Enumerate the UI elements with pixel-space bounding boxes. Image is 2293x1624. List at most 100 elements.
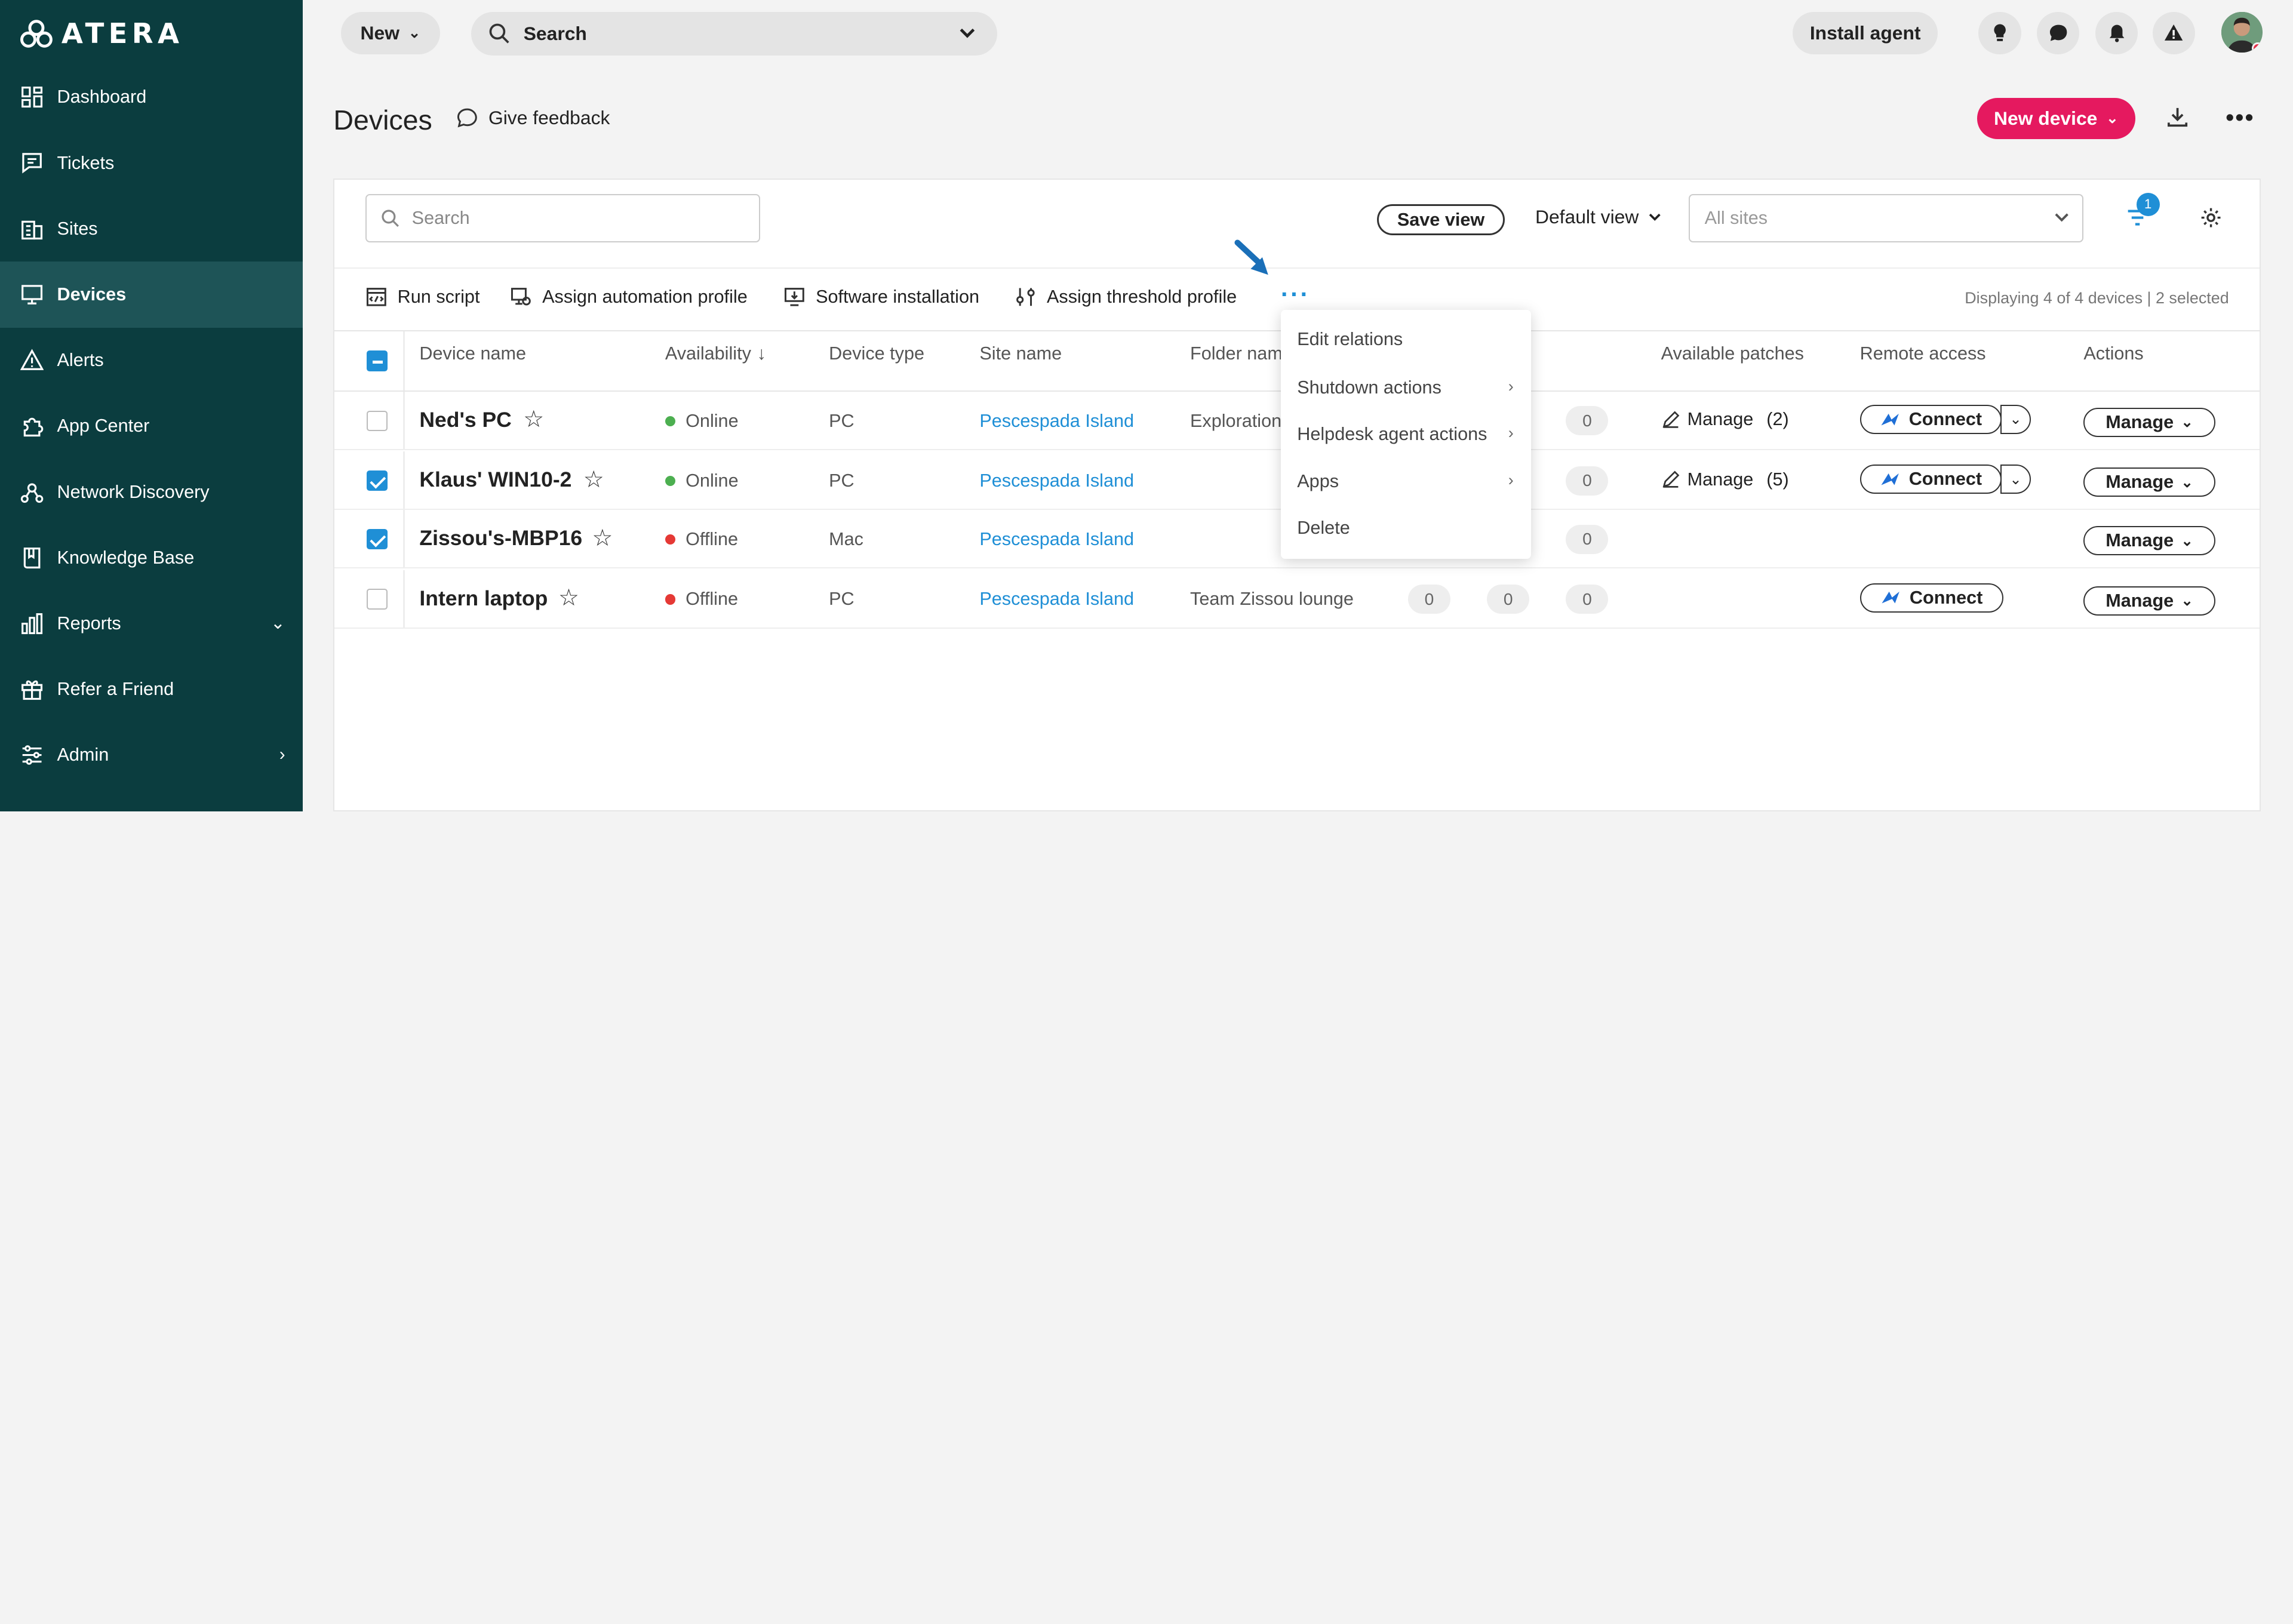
row-checkbox[interactable] — [367, 589, 388, 610]
manage-button[interactable]: Manage ⌄ — [2083, 467, 2215, 497]
download-icon[interactable] — [2166, 105, 2189, 128]
sidebar-item-alerts[interactable]: Alerts — [0, 328, 303, 393]
patch-count: (5) — [1766, 469, 1789, 490]
sidebar-item-refer-a-friend[interactable]: Refer a Friend — [0, 657, 303, 722]
all-sites-select[interactable]: All sites — [1689, 194, 2084, 243]
sidebar-item-label: Dashboard — [57, 87, 147, 107]
admin-icon — [20, 743, 44, 767]
gift-icon — [20, 678, 44, 701]
sidebar-item-admin[interactable]: Admin › — [0, 722, 303, 788]
lightbulb-button[interactable] — [1978, 11, 2021, 54]
give-feedback-link[interactable]: Give feedback — [456, 107, 610, 129]
site-link[interactable]: Pescespada Island — [979, 470, 1134, 491]
install-icon — [785, 288, 804, 306]
run-script-action[interactable]: Run script — [365, 286, 480, 308]
sidebar-item-dashboard[interactable]: Dashboard — [0, 64, 303, 130]
availability-status: Offline — [665, 529, 738, 550]
column-header-available-patches[interactable]: Available patches — [1661, 343, 1804, 364]
atera-logo[interactable]: ATERA — [20, 17, 183, 50]
patch-manage-label: Manage — [1687, 409, 1754, 430]
manage-label: Manage — [2105, 472, 2174, 493]
default-view-dropdown[interactable]: Default view — [1535, 206, 1662, 228]
new-button[interactable]: New ⌄ — [340, 11, 441, 54]
install-agent-button[interactable]: Install agent — [1793, 11, 1938, 54]
user-avatar[interactable] — [2221, 11, 2263, 53]
new-device-button[interactable]: New device ⌄ — [1977, 98, 2135, 139]
column-header-actions[interactable]: Actions — [2083, 343, 2143, 364]
column-header-remote-access[interactable]: Remote access — [1860, 343, 1986, 364]
app-center-icon — [20, 414, 44, 438]
availability-status: Offline — [665, 589, 738, 610]
column-header-availability[interactable]: Availability ↓ — [665, 343, 766, 364]
site-link[interactable]: Pescespada Island — [979, 411, 1134, 432]
global-search[interactable]: Search — [471, 11, 998, 56]
sidebar-item-app-center[interactable]: App Center — [0, 393, 303, 459]
warning-icon — [2165, 24, 2183, 41]
gear-icon[interactable] — [2199, 206, 2223, 229]
search-icon — [382, 210, 399, 227]
table-row[interactable]: Intern laptop ☆ Offline PC Pescespada Is… — [334, 570, 2260, 629]
star-icon[interactable]: ☆ — [592, 525, 613, 552]
network-discovery-icon — [20, 481, 44, 504]
menu-item-edit-relations[interactable]: Edit relations — [1281, 322, 1531, 357]
connect-dropdown[interactable]: ⌄ — [2000, 404, 2031, 434]
device-name[interactable]: Intern laptop — [419, 586, 548, 611]
connect-button[interactable]: Connect — [1859, 465, 2002, 494]
menu-item-apps[interactable]: Apps › — [1281, 463, 1531, 499]
sidebar-item-tickets[interactable]: Tickets — [0, 130, 303, 196]
column-header-device-type[interactable]: Device type — [829, 343, 924, 364]
more-actions-icon[interactable]: ··· — [1281, 280, 1310, 309]
assign-automation-profile-action[interactable]: Assign automation profile — [510, 286, 748, 308]
star-icon[interactable]: ☆ — [523, 406, 544, 433]
column-header-device-name[interactable]: Device name — [419, 343, 526, 364]
alerts-button[interactable] — [2152, 11, 2195, 54]
status-dot — [665, 594, 675, 605]
patches-manage-link[interactable]: Manage (5) — [1661, 469, 1789, 490]
sidebar-item-knowledge-base[interactable]: Knowledge Base — [0, 525, 303, 590]
patch-count: (2) — [1766, 409, 1789, 430]
site-link[interactable]: Pescespada Island — [979, 529, 1134, 550]
column-header-folder-name[interactable]: Folder nam — [1190, 343, 1283, 364]
site-link[interactable]: Pescespada Island — [979, 589, 1134, 610]
star-icon[interactable]: ☆ — [558, 585, 579, 611]
connect-dropdown[interactable]: ⌄ — [2000, 465, 2031, 494]
menu-item-delete[interactable]: Delete — [1281, 510, 1531, 546]
device-type: PC — [829, 589, 855, 610]
menu-item-shutdown-actions[interactable]: Shutdown actions › — [1281, 370, 1531, 405]
device-name[interactable]: Klaus' WIN10-2 — [419, 467, 571, 492]
device-name[interactable]: Ned's PC — [419, 408, 511, 432]
manage-button[interactable]: Manage ⌄ — [2083, 407, 2215, 437]
connect-button[interactable]: Connect — [1859, 583, 2003, 613]
search-placeholder: Search — [411, 208, 470, 229]
software-installation-action[interactable]: Software installation — [783, 286, 979, 308]
row-checkbox[interactable] — [367, 529, 388, 550]
script-icon — [366, 288, 386, 306]
manage-button[interactable]: Manage ⌄ — [2083, 526, 2215, 556]
more-options-icon[interactable]: ••• — [2226, 105, 2255, 131]
devices-search-input[interactable]: Search — [365, 194, 760, 243]
row-checkbox[interactable] — [367, 410, 388, 431]
sidebar-item-network-discovery[interactable]: Network Discovery — [0, 459, 303, 525]
manage-button[interactable]: Manage ⌄ — [2083, 586, 2215, 616]
sidebar-item-reports[interactable]: Reports ⌄ — [0, 590, 303, 656]
save-view-button[interactable]: Save view — [1377, 204, 1505, 235]
connect-button[interactable]: Connect — [1859, 404, 2002, 434]
row-checkbox[interactable] — [367, 470, 388, 491]
manage-label: Manage — [2105, 411, 2174, 432]
notifications-button[interactable] — [2095, 11, 2138, 54]
chat-button[interactable] — [2037, 11, 2080, 54]
run-script-label: Run script — [397, 286, 480, 307]
patches-manage-link[interactable]: Manage (2) — [1661, 409, 1789, 430]
star-icon[interactable]: ☆ — [583, 466, 604, 493]
sidebar-item-sites[interactable]: Sites — [0, 196, 303, 262]
menu-item-helpdesk-agent-actions[interactable]: Helpdesk agent actions › — [1281, 417, 1531, 452]
device-name[interactable]: Zissou's-MBP16 — [419, 526, 582, 550]
column-header-site-name[interactable]: Site name — [979, 343, 1062, 364]
sidebar-item-label: Admin — [57, 745, 109, 765]
select-all-checkbox[interactable] — [367, 350, 388, 371]
connect-label: Connect — [1908, 408, 1982, 429]
assign-threshold-profile-action[interactable]: Assign threshold profile — [1015, 286, 1237, 308]
sidebar-item-devices[interactable]: Devices — [0, 262, 303, 328]
chevron-down-icon: ⌄ — [2009, 471, 2022, 488]
status-dot — [665, 416, 675, 426]
